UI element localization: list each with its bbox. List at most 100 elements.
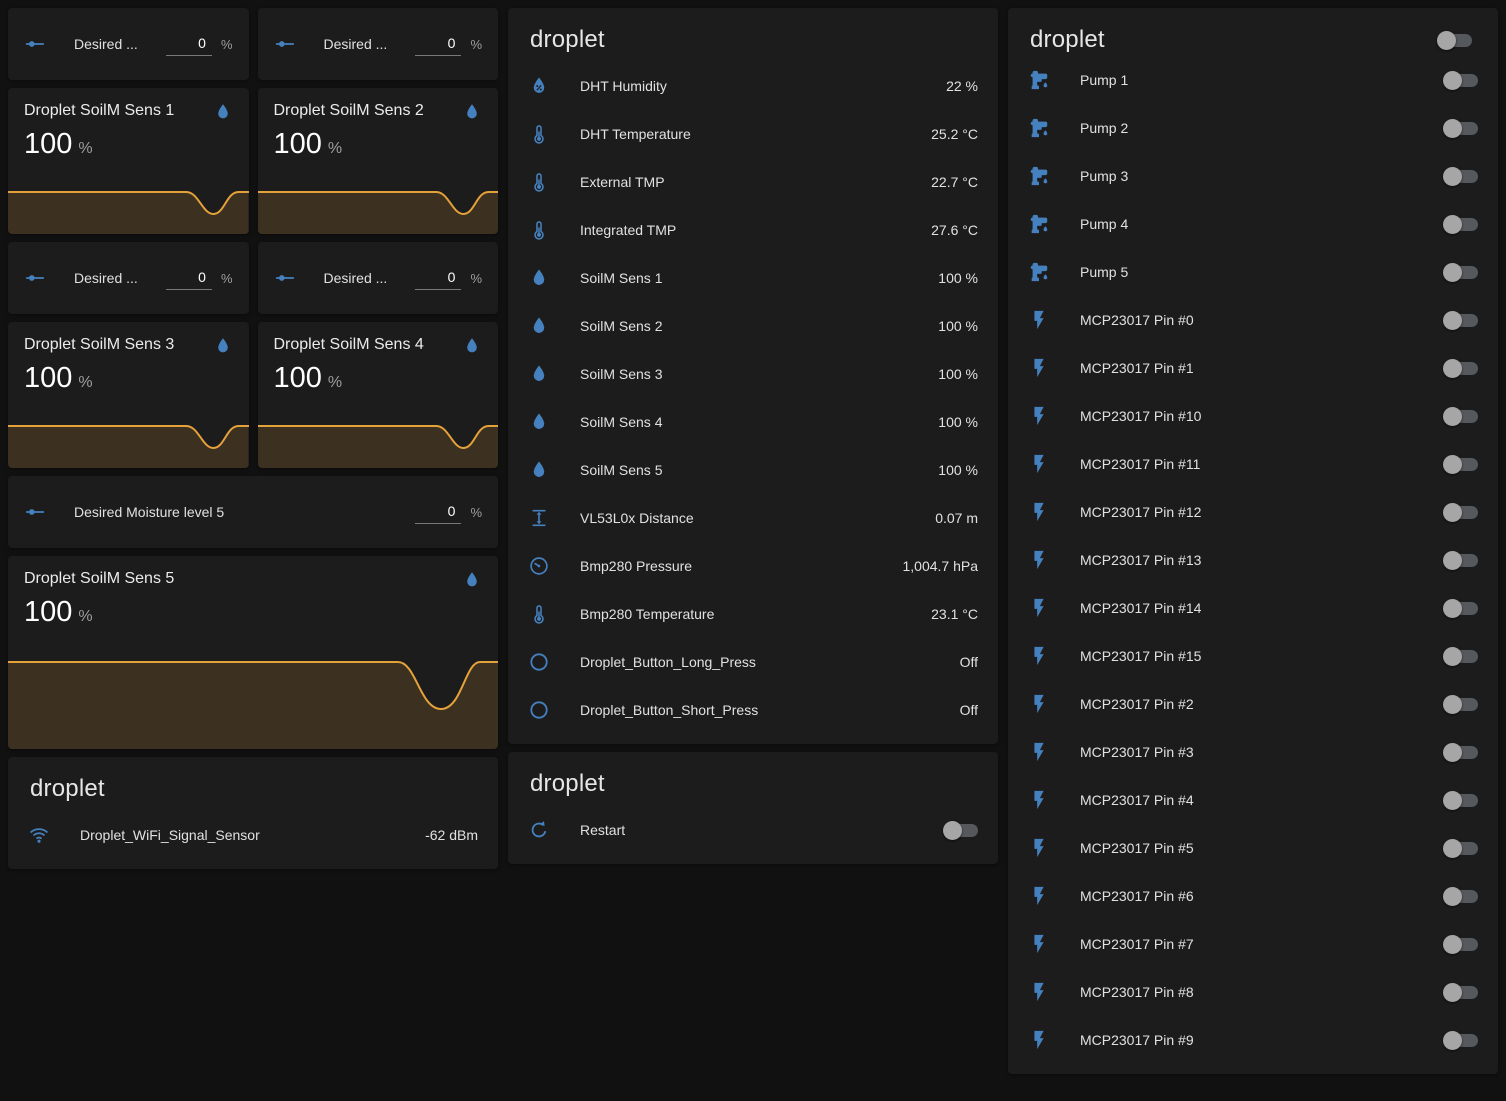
toggle-switch[interactable] <box>1445 938 1478 951</box>
number-input[interactable]: 0 <box>415 33 461 56</box>
flash-icon <box>1028 405 1050 427</box>
flash-icon <box>1028 981 1050 1003</box>
soil-sensor-card-2[interactable]: Droplet SoilM Sens 2 100 % <box>258 88 499 234</box>
history-sparkline <box>258 422 499 468</box>
entity-row[interactable]: VL53L0x Distance 0.07 m <box>528 494 978 542</box>
toggle-switch[interactable] <box>1445 1034 1478 1047</box>
toggle-switch[interactable] <box>1445 218 1478 231</box>
entity-name: MCP23017 Pin #12 <box>1080 504 1201 520</box>
group-toggle-switch[interactable] <box>1439 34 1472 47</box>
card-title: Droplet SoilM Sens 2 <box>274 102 424 120</box>
middle-column: droplet DHT Humidity 22 % DHT Temperatur… <box>508 8 998 864</box>
toggle-switch[interactable] <box>1445 650 1478 663</box>
switch-row: MCP23017 Pin #9 <box>1028 1016 1478 1064</box>
thermometer-icon <box>528 219 550 241</box>
entity-name: MCP23017 Pin #7 <box>1080 936 1194 952</box>
entity-state: 100 % <box>938 462 978 478</box>
toggle-switch[interactable] <box>1445 410 1478 423</box>
toggle-switch[interactable] <box>1445 890 1478 903</box>
switch-row: MCP23017 Pin #5 <box>1028 824 1478 872</box>
card-title: droplet <box>1030 26 1105 54</box>
entity-name: MCP23017 Pin #11 <box>1080 456 1200 472</box>
desired-moisture-card-4: Desired ... 0 % <box>258 242 499 314</box>
number-input[interactable]: 0 <box>415 501 461 524</box>
number-input[interactable]: 0 <box>415 267 461 290</box>
flash-icon <box>1028 933 1050 955</box>
number-input[interactable]: 0 <box>166 33 212 56</box>
entity-name: MCP23017 Pin #1 <box>1080 360 1194 376</box>
switch-row: MCP23017 Pin #8 <box>1028 968 1478 1016</box>
water-icon <box>462 102 482 122</box>
soil-sensor-card-1[interactable]: Droplet SoilM Sens 1 100 % <box>8 88 249 234</box>
flash-icon <box>1028 549 1050 571</box>
circle-icon <box>528 651 550 673</box>
entity-row[interactable]: DHT Temperature 25.2 °C <box>528 110 978 158</box>
sensor-unit: % <box>78 374 92 392</box>
entity-row[interactable]: Droplet_WiFi_Signal_Sensor -62 dBm <box>28 811 478 859</box>
flash-icon <box>1028 309 1050 331</box>
switch-row: MCP23017 Pin #7 <box>1028 920 1478 968</box>
entity-row[interactable]: Bmp280 Pressure 1,004.7 hPa <box>528 542 978 590</box>
entity-row[interactable]: Droplet_Button_Long_Press Off <box>528 638 978 686</box>
switch-row: Pump 3 <box>1028 152 1478 200</box>
switch-row: Pump 4 <box>1028 200 1478 248</box>
toggle-switch[interactable] <box>1445 794 1478 807</box>
switch-row: MCP23017 Pin #0 <box>1028 296 1478 344</box>
flash-icon <box>1028 453 1050 475</box>
soil-sensor-card-4[interactable]: Droplet SoilM Sens 4 100 % <box>258 322 499 468</box>
toggle-switch[interactable] <box>1445 266 1478 279</box>
flash-icon <box>1028 693 1050 715</box>
switches-card: droplet Pump 1 Pump 2 Pump 3 Pump 4 Pump… <box>1008 8 1498 1074</box>
entity-row[interactable]: DHT Humidity 22 % <box>528 62 978 110</box>
toggle-switch[interactable] <box>1445 698 1478 711</box>
toggle-switch[interactable] <box>1445 170 1478 183</box>
switch-row: Pump 1 <box>1028 56 1478 104</box>
sensor-unit: % <box>328 374 342 392</box>
soil-sensor-card-3[interactable]: Droplet SoilM Sens 3 100 % <box>8 322 249 468</box>
flash-icon <box>1028 885 1050 907</box>
water-icon <box>213 336 233 356</box>
entity-name: DHT Humidity <box>580 78 667 94</box>
entity-name: MCP23017 Pin #13 <box>1080 552 1201 568</box>
pump-icon <box>1028 261 1050 283</box>
number-input[interactable]: 0 <box>166 267 212 290</box>
entity-row[interactable]: Integrated TMP 27.6 °C <box>528 206 978 254</box>
toggle-switch[interactable] <box>1445 314 1478 327</box>
card-title: Droplet SoilM Sens 1 <box>24 102 174 120</box>
toggle-switch[interactable] <box>1445 602 1478 615</box>
water-icon <box>528 315 550 337</box>
desired-moisture-card-1: Desired ... 0 % <box>8 8 249 80</box>
entity-name: Bmp280 Pressure <box>580 558 692 574</box>
toggle-switch[interactable] <box>1445 842 1478 855</box>
toggle-switch[interactable] <box>1445 362 1478 375</box>
slider-icon <box>24 267 46 289</box>
entity-row[interactable]: SoilM Sens 2 100 % <box>528 302 978 350</box>
entity-name: SoilM Sens 1 <box>580 270 662 286</box>
distance-icon <box>528 507 550 529</box>
toggle-switch[interactable] <box>1445 458 1478 471</box>
toggle-switch[interactable] <box>1445 746 1478 759</box>
entity-row[interactable]: SoilM Sens 5 100 % <box>528 446 978 494</box>
entity-name: SoilM Sens 5 <box>580 462 662 478</box>
toggle-switch[interactable] <box>1445 506 1478 519</box>
toggle-switch[interactable] <box>1445 74 1478 87</box>
toggle-switch[interactable] <box>945 824 978 837</box>
soil-sensor-card-5[interactable]: Droplet SoilM Sens 5 100 % <box>8 556 498 749</box>
entity-row[interactable]: Droplet_Button_Short_Press Off <box>528 686 978 734</box>
entity-row[interactable]: External TMP 22.7 °C <box>528 158 978 206</box>
toggle-switch[interactable] <box>1445 986 1478 999</box>
flash-icon <box>1028 597 1050 619</box>
toggle-switch[interactable] <box>1445 554 1478 567</box>
input-label: Desired ... <box>324 270 388 286</box>
toggle-switch[interactable] <box>1445 122 1478 135</box>
circle-icon <box>528 699 550 721</box>
entity-row[interactable]: Bmp280 Temperature 23.1 °C <box>528 590 978 638</box>
entity-row[interactable]: SoilM Sens 3 100 % <box>528 350 978 398</box>
switch-row: Pump 2 <box>1028 104 1478 152</box>
sensor-value: 100 <box>274 128 322 161</box>
entity-name: Bmp280 Temperature <box>580 606 714 622</box>
entity-name: MCP23017 Pin #9 <box>1080 1032 1194 1048</box>
entity-name: MCP23017 Pin #0 <box>1080 312 1194 328</box>
entity-row[interactable]: SoilM Sens 1 100 % <box>528 254 978 302</box>
entity-row[interactable]: SoilM Sens 4 100 % <box>528 398 978 446</box>
